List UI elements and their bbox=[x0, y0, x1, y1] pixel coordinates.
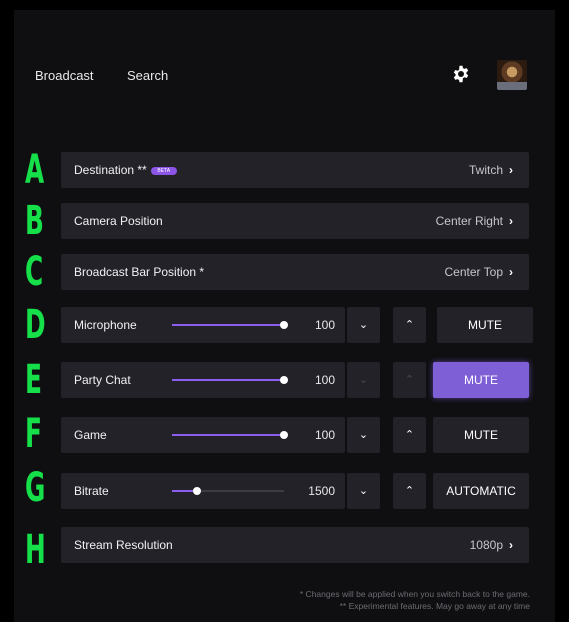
chevron-down-icon: ⌄ bbox=[358, 319, 369, 331]
footer-note-2: ** Experimental features. May go away at… bbox=[339, 601, 530, 611]
slider-knob[interactable] bbox=[280, 376, 288, 384]
chevron-up-icon: ⌃ bbox=[404, 374, 415, 386]
party-chat-label: Party Chat bbox=[74, 373, 131, 387]
slider-knob[interactable] bbox=[192, 487, 201, 495]
stream-resolution-label: Stream Resolution bbox=[74, 538, 173, 552]
letter-g: G bbox=[25, 465, 45, 511]
microphone-slider[interactable] bbox=[172, 321, 288, 329]
bitrate-label: Bitrate bbox=[74, 484, 109, 498]
letter-h: H bbox=[25, 527, 46, 573]
party-chat-slider[interactable] bbox=[172, 376, 288, 384]
footer-notes: * Changes will be applied when you switc… bbox=[300, 588, 530, 612]
chevron-up-icon: ⌃ bbox=[404, 485, 415, 497]
beta-badge: BETA bbox=[150, 166, 177, 175]
camera-position-label: Camera Position bbox=[74, 214, 163, 228]
microphone-mute-button[interactable]: MUTE bbox=[437, 307, 533, 343]
letter-e: E bbox=[25, 357, 42, 403]
chevron-right-icon: › bbox=[509, 214, 513, 228]
party-chat-decrease-button[interactable]: ⌄ bbox=[347, 362, 380, 398]
game-control: Game 100 bbox=[61, 417, 345, 453]
party-chat-mute-button[interactable]: MUTE bbox=[433, 362, 529, 398]
microphone-increase-button[interactable]: ⌃ bbox=[393, 307, 426, 343]
letter-d: D bbox=[25, 302, 46, 348]
microphone-control: Microphone 100 bbox=[61, 307, 345, 343]
bitrate-automatic-button[interactable]: AUTOMATIC bbox=[433, 473, 529, 509]
avatar[interactable] bbox=[497, 60, 527, 90]
game-mute-button[interactable]: MUTE bbox=[433, 417, 529, 453]
letter-c: C bbox=[25, 249, 43, 295]
slider-knob[interactable] bbox=[280, 431, 288, 439]
chevron-down-icon: ⌄ bbox=[358, 429, 369, 441]
party-chat-control: Party Chat 100 bbox=[61, 362, 345, 398]
party-chat-value: 100 bbox=[314, 373, 335, 387]
bitrate-slider[interactable] bbox=[172, 487, 284, 495]
footer-note-1: * Changes will be applied when you switc… bbox=[299, 589, 530, 599]
bitrate-value: 1500 bbox=[308, 484, 335, 498]
destination-label: Destination ** bbox=[74, 163, 147, 177]
destination-value: Twitch bbox=[468, 163, 503, 177]
camera-position-value: Center Right bbox=[435, 214, 503, 228]
letter-f: F bbox=[25, 411, 42, 457]
game-value: 100 bbox=[314, 428, 335, 442]
camera-position-row[interactable]: Camera Position Center Right › bbox=[61, 203, 529, 239]
broadcast-bar-position-row[interactable]: Broadcast Bar Position * Center Top › bbox=[61, 254, 529, 290]
bitrate-decrease-button[interactable]: ⌄ bbox=[347, 473, 380, 509]
game-label: Game bbox=[74, 428, 107, 442]
bitrate-increase-button[interactable]: ⌃ bbox=[393, 473, 426, 509]
game-decrease-button[interactable]: ⌄ bbox=[347, 417, 380, 453]
broadcast-bar-position-label: Broadcast Bar Position * bbox=[74, 265, 205, 279]
broadcast-bar-position-value: Center Top bbox=[444, 265, 503, 279]
microphone-decrease-button[interactable]: ⌄ bbox=[347, 307, 380, 343]
chevron-down-icon: ⌄ bbox=[358, 374, 369, 386]
slider-knob[interactable] bbox=[280, 321, 288, 329]
party-chat-increase-button[interactable]: ⌃ bbox=[393, 362, 426, 398]
nav-broadcast[interactable]: Broadcast bbox=[35, 68, 94, 83]
destination-row[interactable]: Destination ** BETA Twitch › bbox=[61, 152, 529, 188]
microphone-label: Microphone bbox=[74, 318, 137, 332]
chevron-up-icon: ⌃ bbox=[404, 429, 415, 441]
game-slider[interactable] bbox=[172, 431, 288, 439]
chevron-right-icon: › bbox=[509, 538, 513, 552]
nav-search[interactable]: Search bbox=[127, 68, 168, 83]
chevron-down-icon: ⌄ bbox=[358, 485, 369, 497]
bitrate-control: Bitrate 1500 bbox=[61, 473, 345, 509]
game-increase-button[interactable]: ⌃ bbox=[393, 417, 426, 453]
stream-resolution-row[interactable]: Stream Resolution 1080p › bbox=[61, 527, 529, 563]
stream-resolution-value: 1080p bbox=[469, 538, 503, 552]
gear-icon[interactable] bbox=[452, 65, 470, 83]
letter-a: A bbox=[25, 147, 44, 193]
chevron-right-icon: › bbox=[509, 265, 513, 279]
chevron-right-icon: › bbox=[509, 163, 513, 177]
chevron-up-icon: ⌃ bbox=[404, 319, 415, 331]
letter-b: B bbox=[25, 198, 44, 244]
microphone-value: 100 bbox=[314, 318, 335, 332]
